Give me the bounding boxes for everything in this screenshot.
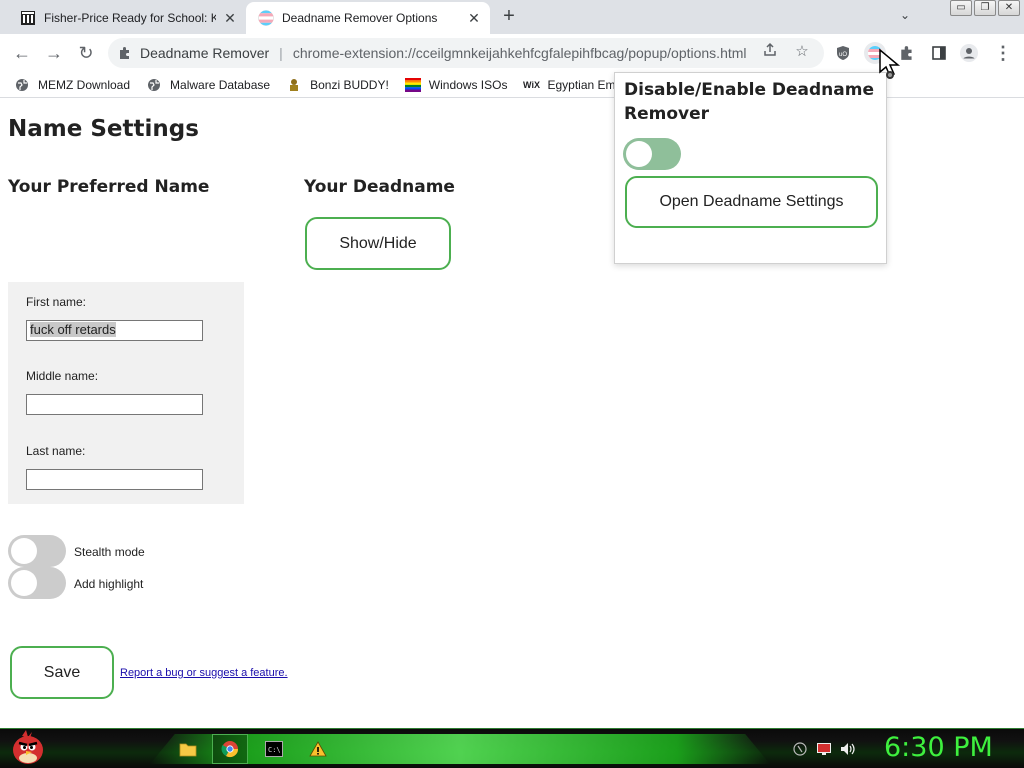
open-settings-button[interactable]: Open Deadname Settings bbox=[625, 176, 878, 228]
add-highlight-toggle[interactable] bbox=[8, 567, 66, 599]
tab-close-icon[interactable]: ✕ bbox=[466, 10, 482, 26]
globe-icon bbox=[14, 78, 30, 92]
puzzle-icon bbox=[120, 47, 129, 59]
rainbow-flag-icon bbox=[404, 77, 421, 92]
toggle-knob bbox=[11, 538, 37, 564]
restore-button[interactable]: ❐ bbox=[974, 0, 996, 16]
popup-title: Disable/Enable Deadname Remover bbox=[624, 80, 874, 124]
middle-name-field[interactable] bbox=[26, 394, 203, 415]
save-button[interactable]: Save bbox=[10, 646, 114, 699]
back-button[interactable]: ← bbox=[10, 42, 34, 64]
mouse-cursor-icon bbox=[879, 48, 901, 79]
taskbar-clock[interactable]: 6:30 PM bbox=[884, 732, 993, 763]
folder-icon bbox=[179, 743, 197, 757]
address-separator: | bbox=[279, 45, 283, 61]
middle-name-label: Middle name: bbox=[26, 369, 99, 383]
show-hide-button[interactable]: Show/Hide bbox=[305, 217, 451, 270]
new-tab-button[interactable]: + bbox=[498, 6, 520, 28]
extension-chip[interactable]: Deadname Remover bbox=[118, 45, 269, 61]
trans-flag-icon bbox=[258, 10, 274, 26]
preferred-name-heading: Your Preferred Name bbox=[8, 177, 210, 197]
svg-text:uO: uO bbox=[839, 52, 847, 58]
toggle-knob bbox=[11, 570, 37, 596]
bookmark-memz[interactable]: MEMZ Download bbox=[14, 78, 130, 92]
tray-volume-icon[interactable] bbox=[840, 741, 856, 757]
bookmark-malware-database[interactable]: Malware Database bbox=[146, 78, 270, 92]
tab-strip: Fisher-Price Ready for School: Ki ✕ Dead… bbox=[0, 0, 1024, 34]
add-highlight-label: Add highlight bbox=[74, 577, 144, 591]
tray-monitor-icon[interactable] bbox=[816, 741, 832, 757]
first-name-field[interactable]: fuck off retards bbox=[26, 320, 203, 341]
tab-close-icon[interactable]: ✕ bbox=[222, 10, 238, 26]
address-bar[interactable]: Deadname Remover | chrome-extension://cc… bbox=[108, 38, 824, 68]
first-name-value: fuck off retards bbox=[30, 322, 116, 337]
window-controls: ▭ ❐ ✕ bbox=[950, 0, 1020, 16]
reload-button[interactable]: ↻ bbox=[74, 42, 98, 64]
toggle-knob bbox=[626, 141, 652, 167]
last-name-field[interactable] bbox=[26, 469, 203, 490]
bookmark-label: MEMZ Download bbox=[38, 77, 131, 92]
page-title: Name Settings bbox=[8, 116, 199, 142]
stealth-mode-label: Stealth mode bbox=[74, 545, 145, 559]
url-text: chrome-extension://cceilgmnkeijahkehfcgf… bbox=[292, 45, 747, 61]
tab-fisher-price[interactable]: Fisher-Price Ready for School: Ki ✕ bbox=[8, 2, 246, 34]
bookmark-star-icon[interactable]: ☆ bbox=[792, 42, 812, 62]
start-button[interactable] bbox=[6, 728, 48, 768]
minimize-button[interactable]: ▭ bbox=[950, 0, 972, 16]
chrome-taskbar-button[interactable] bbox=[212, 734, 248, 764]
terminal-icon: C:\ bbox=[265, 741, 283, 757]
bonzi-icon bbox=[286, 78, 302, 92]
tab-title: Deadname Remover Options bbox=[282, 11, 438, 25]
close-window-button[interactable]: ✕ bbox=[998, 0, 1020, 16]
report-bug-link[interactable]: Report a bug or suggest a feature. bbox=[120, 667, 288, 679]
bookmark-label: Windows ISOs bbox=[428, 77, 508, 92]
svg-text:C:\: C:\ bbox=[268, 746, 281, 754]
extension-chip-label: Deadname Remover bbox=[140, 45, 270, 61]
tray-network-icon[interactable] bbox=[792, 741, 808, 757]
bookmark-label: Malware Database bbox=[170, 77, 271, 92]
forward-button[interactable]: → bbox=[42, 42, 66, 64]
tab-search-chevron-icon[interactable]: ⌄ bbox=[895, 8, 915, 26]
warning-icon bbox=[309, 741, 327, 757]
enable-toggle[interactable] bbox=[623, 138, 681, 170]
side-panel-icon[interactable] bbox=[928, 42, 950, 64]
command-prompt-taskbar-button[interactable]: C:\ bbox=[256, 734, 292, 764]
preferred-name-form: First name: fuck off retards Middle name… bbox=[8, 282, 244, 504]
chrome-icon bbox=[221, 741, 239, 758]
museum-icon bbox=[20, 10, 36, 26]
angry-bird-icon bbox=[13, 730, 43, 764]
extension-popup: Disable/Enable Deadname Remover Open Dea… bbox=[614, 72, 887, 264]
profile-avatar-icon[interactable] bbox=[958, 42, 980, 64]
wix-icon: WiX bbox=[523, 79, 540, 90]
deadname-heading: Your Deadname bbox=[304, 177, 455, 197]
browser-menu-button[interactable]: ⋮ bbox=[992, 42, 1014, 64]
ublock-icon[interactable]: uO bbox=[832, 42, 854, 64]
last-name-label: Last name: bbox=[26, 444, 86, 458]
browser-toolbar: ← → ↻ Deadname Remover | chrome-extensio… bbox=[0, 34, 1024, 72]
tab-title: Fisher-Price Ready for School: Ki bbox=[44, 11, 216, 25]
tab-deadname-options[interactable]: Deadname Remover Options ✕ bbox=[246, 2, 490, 34]
bookmark-bonzi-buddy[interactable]: Bonzi BUDDY! bbox=[286, 78, 389, 92]
bookmark-windows-isos[interactable]: Windows ISOs bbox=[404, 77, 508, 92]
globe-icon bbox=[146, 78, 162, 92]
first-name-label: First name: bbox=[26, 295, 87, 309]
file-explorer-taskbar-button[interactable] bbox=[170, 734, 206, 764]
stealth-mode-toggle[interactable] bbox=[8, 535, 66, 567]
warning-taskbar-button[interactable] bbox=[300, 734, 336, 764]
bookmark-label: Bonzi BUDDY! bbox=[310, 77, 389, 92]
share-icon[interactable] bbox=[760, 42, 780, 62]
